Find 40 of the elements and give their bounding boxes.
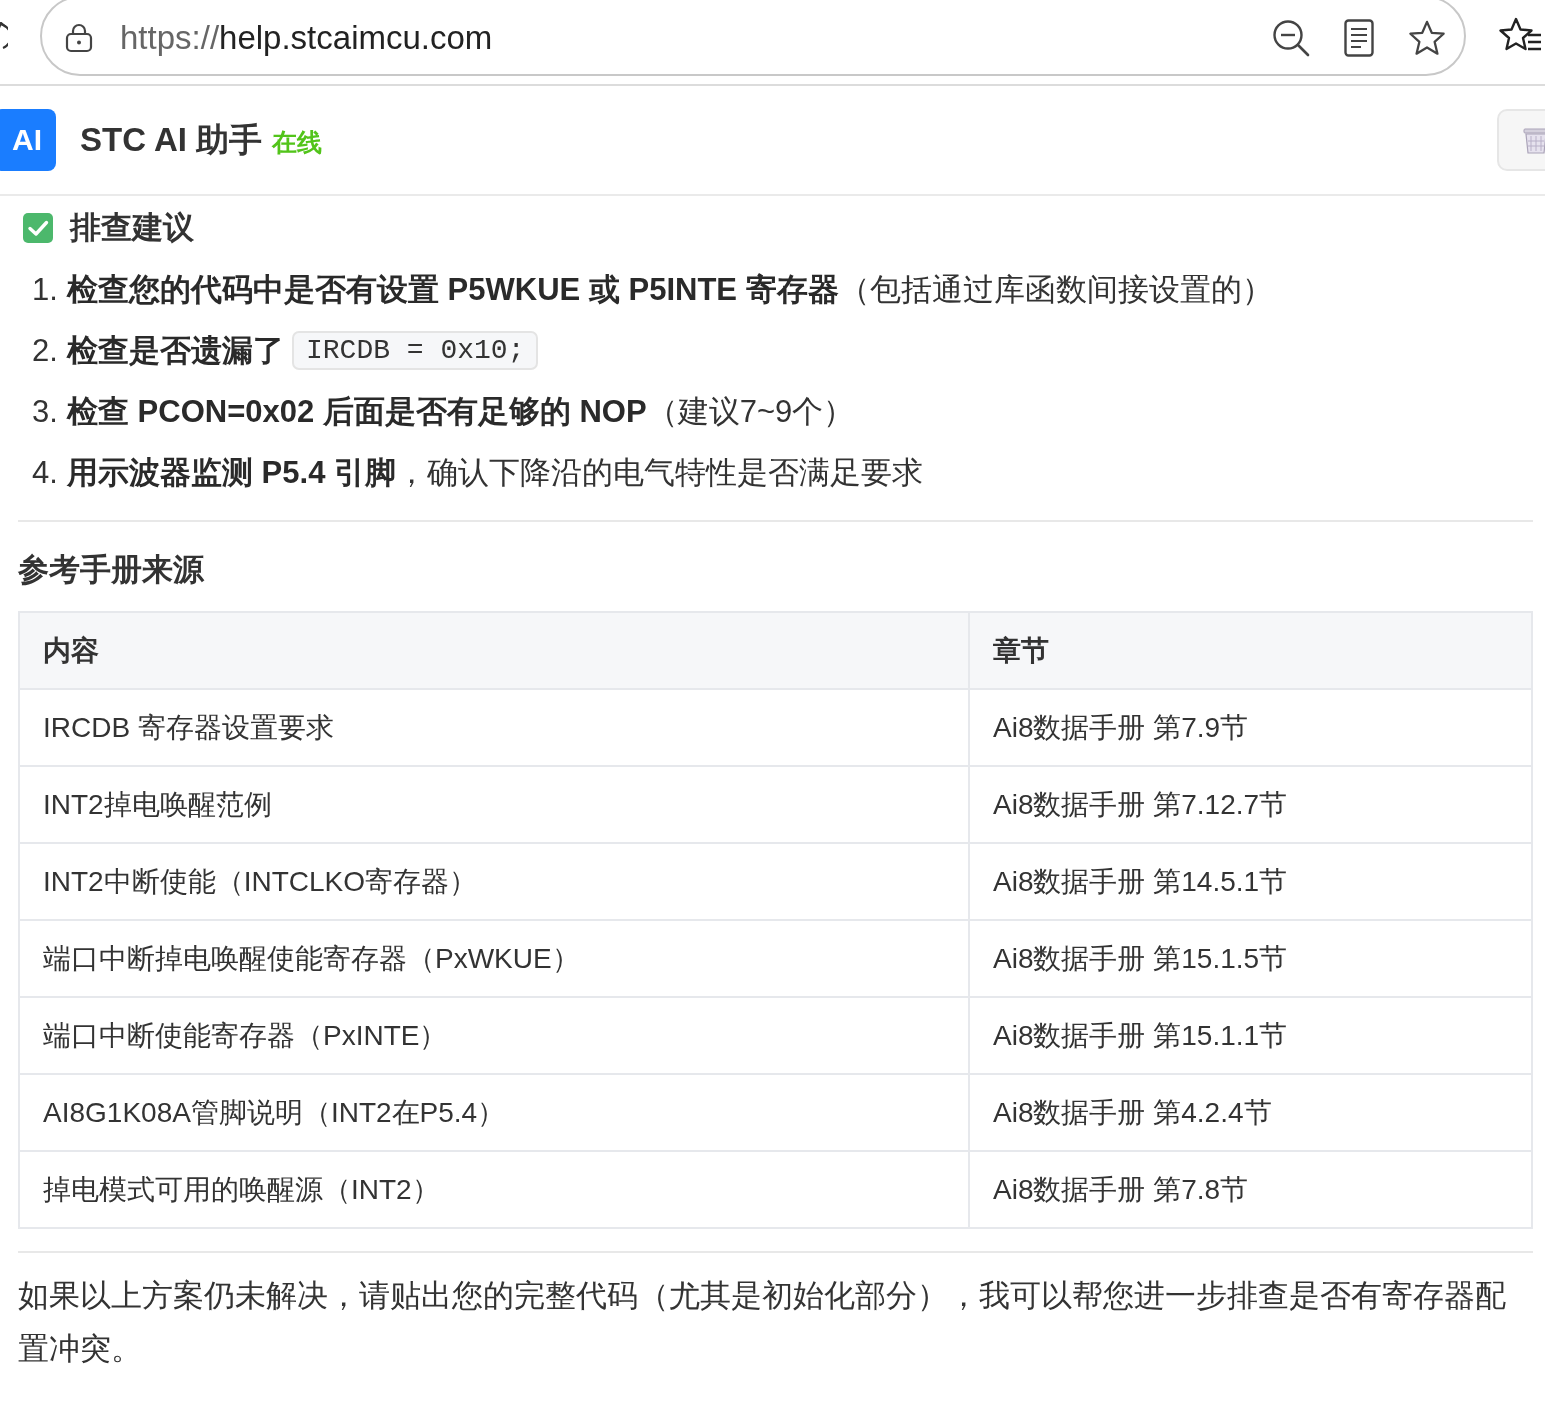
trash-icon	[1523, 126, 1545, 154]
column-header: 内容	[19, 612, 969, 689]
section-heading: 参考手册来源	[18, 551, 205, 589]
star-icon[interactable]	[1408, 19, 1446, 57]
reload-icon[interactable]	[0, 22, 8, 52]
reader-view-icon[interactable]	[1344, 19, 1374, 57]
step-number: 2.	[32, 332, 59, 369]
step-number: 4.	[32, 454, 59, 491]
url-text: https://help.stcaimcu.com	[120, 19, 493, 57]
zoom-out-icon[interactable]	[1272, 19, 1310, 57]
table-cell: Ai8数据手册 第14.5.1节	[969, 843, 1532, 920]
step-text: 用示波器监测 P5.4 引脚，确认下降沿的电气特性是否满足要求	[67, 453, 923, 492]
table-cell: Ai8数据手册 第4.2.4节	[969, 1074, 1532, 1151]
table-cell: Ai8数据手册 第7.8节	[969, 1151, 1532, 1228]
app-title: STC AI 助手	[80, 119, 263, 160]
table-cell: IRCDB 寄存器设置要求	[19, 689, 969, 766]
status-label: 在线	[272, 126, 323, 158]
section-heading: 排查建议	[70, 209, 194, 247]
step-number: 1.	[32, 271, 59, 308]
lock-icon[interactable]	[64, 23, 94, 53]
table-cell: Ai8数据手册 第15.1.1节	[969, 997, 1532, 1074]
check-icon	[23, 213, 53, 243]
closing-paragraph: 如果以上方案仍未解决，请贴出您的完整代码（尤其是初始化部分），我可以帮您进一步排查是否有寄存器配置冲突。	[18, 1277, 1507, 1367]
step-text: 检查 PCON=0x02 后面是否有足够的 NOP（建议7~9个）	[67, 392, 855, 431]
step-text: 检查您的代码中是否有设置 P5WKUE 或 P5INTE 寄存器（包括通过库函数间接设置的）	[67, 270, 1273, 309]
table-cell: Ai8数据手册 第7.9节	[969, 689, 1532, 766]
app-logo: AI	[0, 109, 56, 171]
table-cell: AI8G1K08A管脚说明（INT2在P5.4）	[19, 1074, 969, 1151]
step-text: 检查是否遗漏了	[67, 331, 284, 370]
table-cell: 端口中断使能寄存器（PxINTE）	[19, 997, 969, 1074]
table-cell: INT2掉电唤醒范例	[19, 766, 969, 843]
column-header: 章节	[969, 612, 1532, 689]
table-cell: 掉电模式可用的唤醒源（INT2）	[19, 1151, 969, 1228]
code-snippet: IRCDB = 0x10;	[292, 331, 539, 370]
step-number: 3.	[32, 393, 59, 430]
table-cell: Ai8数据手册 第15.1.5节	[969, 920, 1532, 997]
table-cell: Ai8数据手册 第7.12.7节	[969, 766, 1532, 843]
table-cell: 端口中断掉电唤醒使能寄存器（PxWKUE）	[19, 920, 969, 997]
table-cell: INT2中断使能（INTCLKO寄存器）	[19, 843, 969, 920]
address-bar[interactable]: https://help.stcaimcu.com	[40, 0, 1466, 76]
